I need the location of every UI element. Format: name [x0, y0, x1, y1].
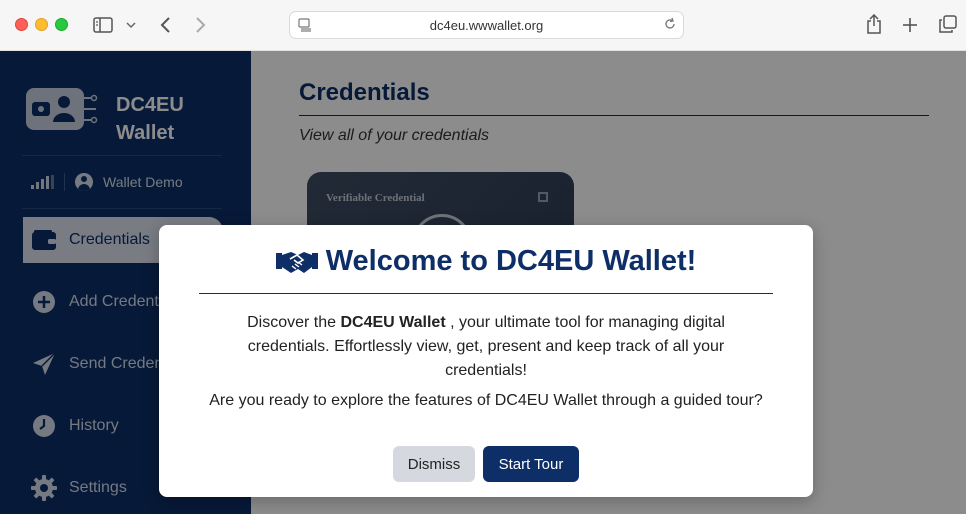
browser-toolbar: dc4eu.wwwallet.org	[0, 0, 966, 51]
url-text: dc4eu.wwwallet.org	[429, 17, 544, 33]
start-tour-button[interactable]: Start Tour	[483, 446, 579, 482]
handshake-icon	[275, 248, 318, 276]
modal-title: Welcome to DC4EU Wallet!	[159, 245, 813, 278]
welcome-modal: Welcome to DC4EU Wallet! Discover the DC…	[159, 225, 813, 497]
share-icon[interactable]	[864, 13, 884, 35]
back-icon[interactable]	[156, 15, 174, 35]
modal-description: Discover the DC4EU Wallet , your ultimat…	[219, 311, 753, 383]
address-bar[interactable]: dc4eu.wwwallet.org	[289, 11, 684, 39]
minimize-window-button[interactable]	[35, 18, 48, 31]
new-tab-icon[interactable]	[900, 15, 920, 35]
tab-overview-icon[interactable]	[938, 14, 958, 34]
modal-title-text: Welcome to DC4EU Wallet!	[325, 245, 697, 277]
sidebar-toggle-icon[interactable]	[92, 16, 114, 34]
forward-icon[interactable]	[192, 15, 210, 35]
modal-divider	[199, 293, 773, 294]
modal-body-prefix: Discover the	[247, 314, 341, 331]
chevron-down-icon[interactable]	[124, 19, 138, 31]
modal-question: Are you ready to explore the features of…	[209, 392, 763, 409]
modal-body-brand: DC4EU Wallet	[340, 314, 446, 331]
zoom-window-button[interactable]	[55, 18, 68, 31]
reload-icon[interactable]	[663, 17, 677, 34]
page-menu-icon[interactable]	[298, 18, 312, 37]
close-window-button[interactable]	[15, 18, 28, 31]
dismiss-button[interactable]: Dismiss	[393, 446, 475, 482]
